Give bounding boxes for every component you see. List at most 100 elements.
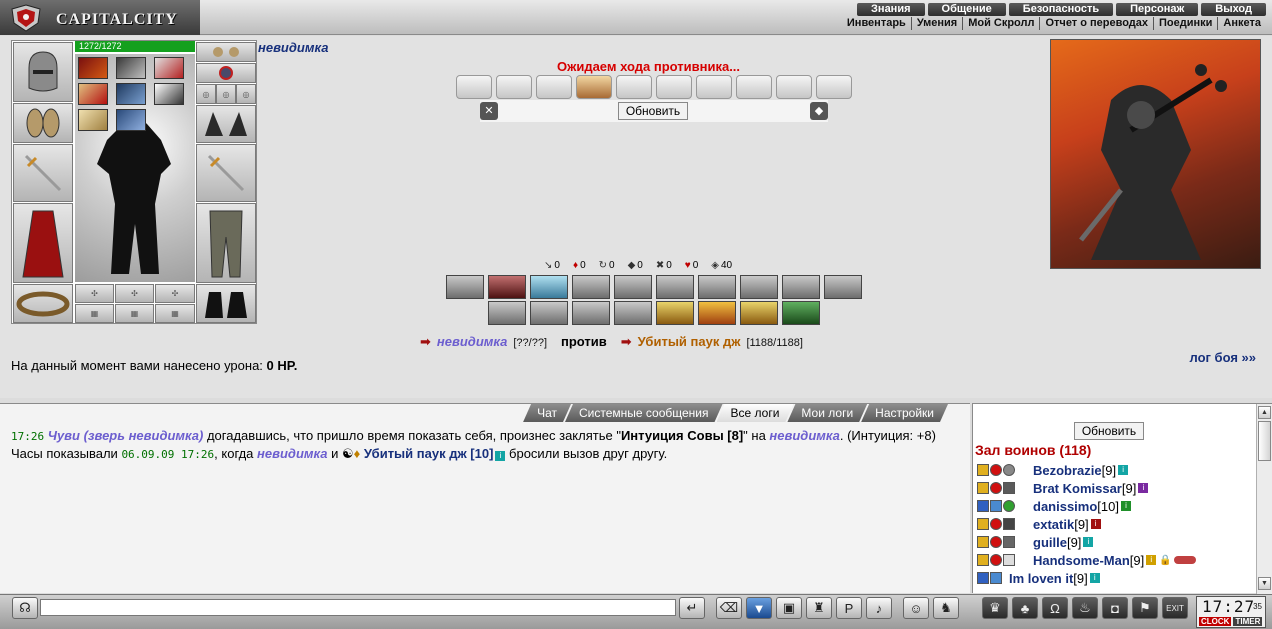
- log-opponent[interactable]: Убитый паук дж [10]: [364, 446, 494, 461]
- action-poison-icon[interactable]: [782, 301, 820, 325]
- scroll-slot[interactable]: [816, 75, 852, 99]
- cloak-slot[interactable]: [13, 203, 73, 283]
- list-item[interactable]: Im loven it [9] i: [977, 569, 1247, 587]
- weapon-right-slot[interactable]: [196, 144, 256, 202]
- flask-icon[interactable]: ♨: [1072, 597, 1098, 619]
- timer-mode-button[interactable]: TIMER: [1233, 617, 1263, 626]
- chat-input[interactable]: [40, 599, 676, 616]
- submenu-skills[interactable]: Умения: [910, 17, 962, 30]
- scroll-up-icon[interactable]: ▲: [1258, 406, 1271, 419]
- action-sword-icon[interactable]: [530, 301, 568, 325]
- clock-mode-button[interactable]: CLOCK: [1199, 617, 1232, 626]
- earrings-slot[interactable]: [196, 42, 256, 62]
- character-nick[interactable]: невидимка: [258, 40, 328, 55]
- action-cross-swords-icon[interactable]: [656, 275, 694, 299]
- info-icon[interactable]: i: [1083, 537, 1094, 547]
- refresh-players-button[interactable]: Обновить: [1074, 422, 1144, 440]
- fighter-left-name[interactable]: невидимка: [437, 334, 507, 349]
- bag-icon[interactable]: ◘: [1102, 597, 1128, 619]
- submenu-transfer-report[interactable]: Отчет о переводах: [1039, 17, 1153, 30]
- action-fire-shield-icon[interactable]: [698, 301, 736, 325]
- submenu-my-scroll[interactable]: Мой Скролл: [962, 17, 1039, 30]
- ring-slot-1[interactable]: ◎: [196, 84, 216, 104]
- list-item[interactable]: extatik [9] i: [977, 515, 1247, 533]
- amulet-slot[interactable]: [196, 63, 256, 83]
- menu-communication[interactable]: Общение: [927, 3, 1006, 16]
- scroll-slot[interactable]: [616, 75, 652, 99]
- tab-chat[interactable]: Чат: [523, 404, 571, 422]
- belt-slot[interactable]: [13, 284, 73, 323]
- scroll-thumb[interactable]: [1258, 421, 1271, 461]
- scroll-down-icon[interactable]: ▼: [1258, 577, 1271, 590]
- scroll-slot[interactable]: [736, 75, 772, 99]
- info-icon[interactable]: i: [1146, 555, 1157, 565]
- rune-slot-1[interactable]: ✣: [75, 284, 114, 303]
- action-dual-blade-icon[interactable]: [614, 301, 652, 325]
- info-icon[interactable]: i: [1138, 483, 1149, 493]
- log-actor[interactable]: Чуви (зверь невидимка): [48, 428, 204, 443]
- action-helmet-strike-icon[interactable]: [446, 275, 484, 299]
- tab-my-logs[interactable]: Мои логи: [787, 404, 867, 422]
- info-icon[interactable]: i: [1090, 519, 1101, 529]
- tab-system-messages[interactable]: Системные сообщения: [565, 404, 723, 422]
- scroll-slot[interactable]: [456, 75, 492, 99]
- leggings-slot[interactable]: [196, 203, 256, 283]
- log-player[interactable]: невидимка: [257, 446, 327, 461]
- fighter-right-name[interactable]: Убитый паук дж: [638, 334, 741, 349]
- action-blade-icon[interactable]: [614, 275, 652, 299]
- boots-slot[interactable]: [196, 284, 256, 323]
- action-slash-icon[interactable]: [572, 275, 610, 299]
- scroll-slot[interactable]: [536, 75, 572, 99]
- action-gold-shield-icon[interactable]: [656, 301, 694, 325]
- helmet-toolbar-icon[interactable]: ♞: [933, 597, 959, 619]
- sound-icon[interactable]: ♪: [866, 597, 892, 619]
- action-eye-icon[interactable]: [530, 275, 568, 299]
- ring-slot-3[interactable]: ◎: [236, 84, 256, 104]
- action-palm-icon[interactable]: [824, 275, 862, 299]
- action-parry-icon[interactable]: [572, 301, 610, 325]
- list-item[interactable]: Bezobrazie [9] i: [977, 461, 1247, 479]
- list-item[interactable]: danissimo [10] i: [977, 497, 1247, 515]
- list-item[interactable]: Handsome-Man [9] i 🔒: [977, 551, 1247, 569]
- list-item[interactable]: guille [9] i: [977, 533, 1247, 551]
- ring-slot-2[interactable]: ◎: [216, 84, 236, 104]
- tab-all-logs[interactable]: Все логи: [717, 404, 794, 422]
- scroll-slot-active[interactable]: [576, 75, 612, 99]
- translit-icon[interactable]: P: [836, 597, 862, 619]
- save-disk-icon[interactable]: ▣: [776, 597, 802, 619]
- eraser-icon[interactable]: ⌫: [716, 597, 742, 619]
- list-item[interactable]: Brat Komissar [9] i: [977, 479, 1247, 497]
- refresh-battle-button[interactable]: Обновить: [618, 102, 688, 120]
- tab-settings[interactable]: Настройки: [861, 404, 948, 422]
- info-icon[interactable]: i: [1120, 501, 1131, 511]
- speaker-icon[interactable]: ☊: [12, 597, 38, 619]
- action-gear-icon[interactable]: [488, 301, 526, 325]
- submenu-profile[interactable]: Анкета: [1217, 17, 1266, 30]
- helmet-slot[interactable]: [13, 42, 73, 102]
- menu-security[interactable]: Безопасность: [1008, 3, 1114, 16]
- submenu-fights[interactable]: Поединки: [1153, 17, 1217, 30]
- action-gold-badge-icon[interactable]: [740, 301, 778, 325]
- menu-character[interactable]: Персонаж: [1116, 3, 1199, 16]
- action-spin-icon[interactable]: [782, 275, 820, 299]
- smiley-icon[interactable]: ☺: [903, 597, 929, 619]
- log-time[interactable]: 17:26: [11, 430, 44, 443]
- weapon-left-slot[interactable]: [13, 144, 73, 202]
- exit-icon[interactable]: EXIT: [1162, 597, 1188, 619]
- rune-slot-5[interactable]: ▦: [115, 304, 154, 323]
- rune-slot-2[interactable]: ✣: [115, 284, 154, 303]
- scroll-slot[interactable]: [696, 75, 732, 99]
- send-enter-icon[interactable]: ↵: [679, 597, 705, 619]
- horseshoe-icon[interactable]: Ω: [1042, 597, 1068, 619]
- bracers-slot[interactable]: [13, 103, 73, 143]
- running-man-icon[interactable]: ♜: [806, 597, 832, 619]
- rune-slot-6[interactable]: ▦: [155, 304, 195, 323]
- log-target[interactable]: невидимка: [769, 428, 839, 443]
- submenu-inventory[interactable]: Инвентарь: [842, 17, 911, 30]
- scroll-slot[interactable]: [776, 75, 812, 99]
- action-shield-icon[interactable]: [740, 275, 778, 299]
- battle-log-link[interactable]: лог боя »»: [1189, 350, 1256, 365]
- scroll-slot[interactable]: [496, 75, 532, 99]
- filter-icon[interactable]: ▼: [746, 597, 772, 619]
- gloves-slot[interactable]: [196, 105, 256, 143]
